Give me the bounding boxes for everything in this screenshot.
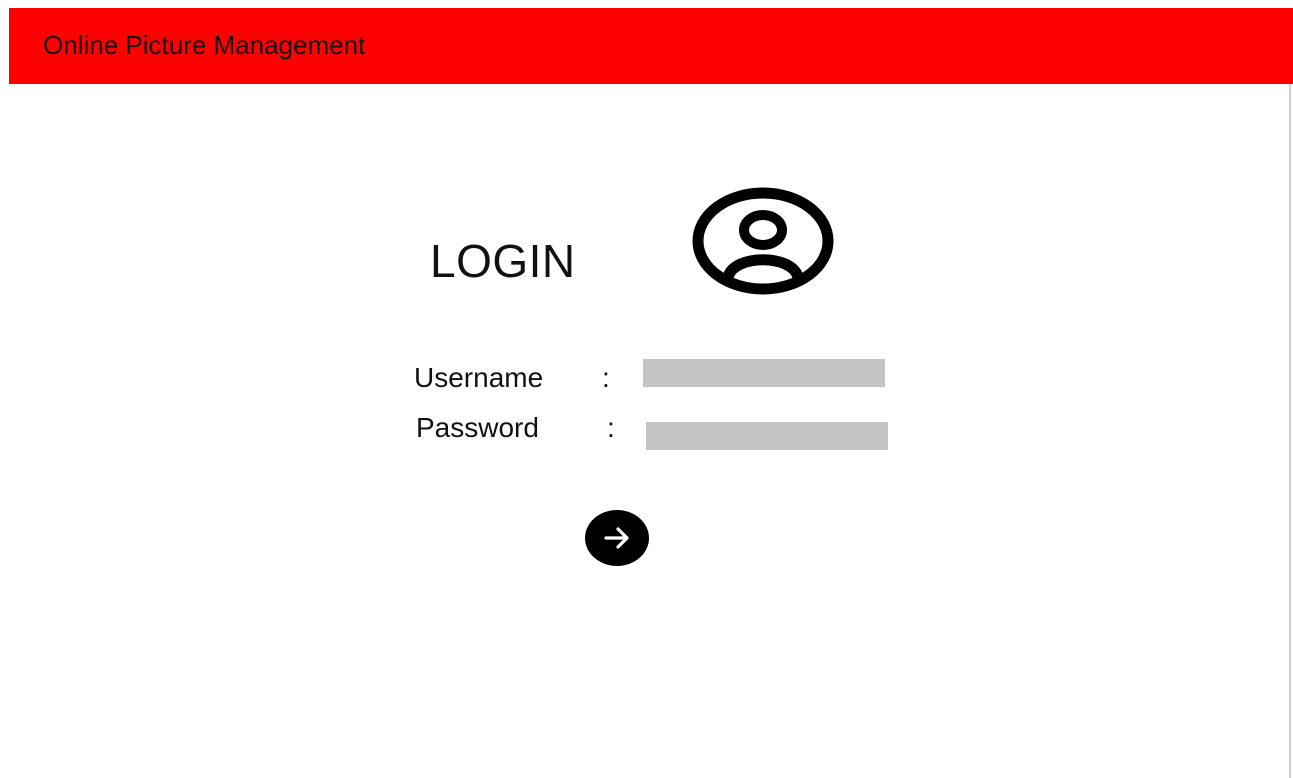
header-bar: Online Picture Management xyxy=(9,8,1293,84)
username-input[interactable] xyxy=(643,359,885,387)
password-input[interactable] xyxy=(646,422,888,450)
login-page: Online Picture Management LOGIN Username… xyxy=(0,0,1293,778)
user-circle-icon xyxy=(692,187,834,295)
username-colon: : xyxy=(602,362,610,393)
window-frame xyxy=(8,8,1291,778)
arrow-right-icon xyxy=(604,527,629,549)
username-label: Username xyxy=(414,362,544,393)
login-heading: LOGIN xyxy=(430,235,576,287)
app-title: Online Picture Management xyxy=(43,30,366,60)
password-label: Password xyxy=(416,412,539,443)
password-colon: : xyxy=(607,412,615,443)
login-submit-button[interactable] xyxy=(585,510,649,566)
